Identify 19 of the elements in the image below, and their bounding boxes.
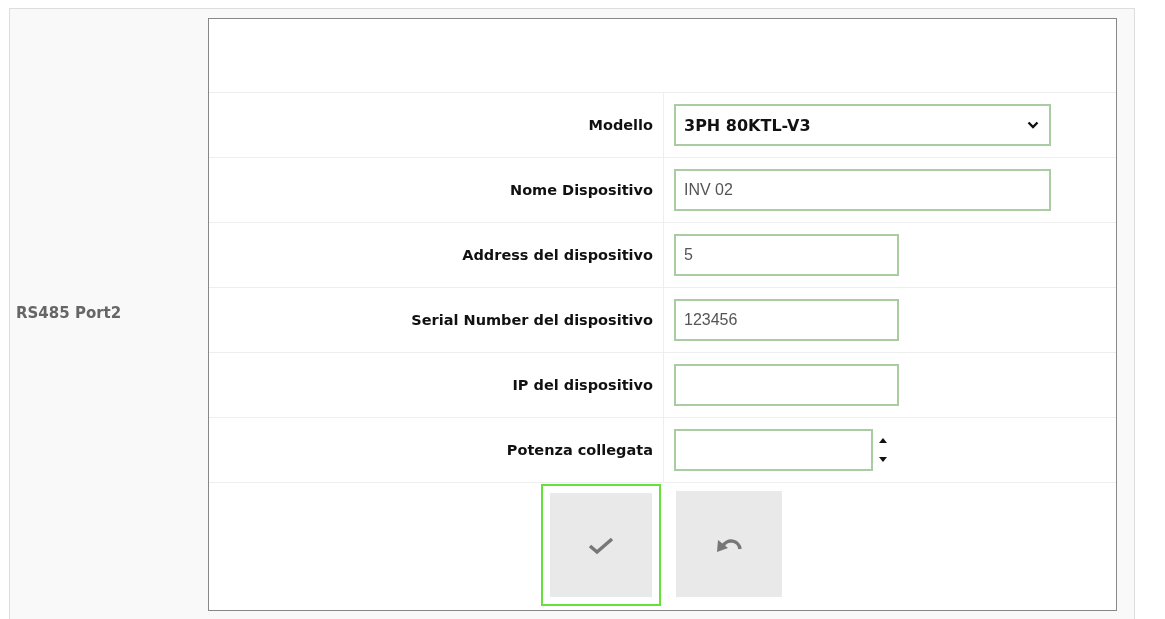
field-label: Potenza collegata xyxy=(506,442,653,458)
field-label: Modello xyxy=(588,117,653,133)
checkmark-icon xyxy=(588,535,614,555)
port-label: RS485 Port2 xyxy=(16,304,122,322)
confirm-button[interactable] xyxy=(541,484,661,606)
model-dropdown[interactable]: 3PH 80KTL-V3 xyxy=(674,104,1051,146)
chevron-down-icon xyxy=(1027,121,1039,129)
input-field[interactable] xyxy=(674,364,899,406)
undo-button[interactable] xyxy=(674,489,784,599)
input-field[interactable]: 5 xyxy=(674,234,899,276)
field-label: Serial Number del dispositivo xyxy=(411,312,653,328)
input-field[interactable]: 123456 xyxy=(674,299,899,341)
field-label: IP del dispositivo xyxy=(512,377,653,393)
down-arrow-icon[interactable] xyxy=(879,457,887,462)
field-label: Address del dispositivo xyxy=(462,247,653,263)
number-field[interactable] xyxy=(674,429,873,471)
input-field[interactable]: INV 02 xyxy=(674,169,1051,211)
field-label: Nome Dispositivo xyxy=(510,182,653,198)
up-arrow-icon[interactable] xyxy=(879,438,887,443)
